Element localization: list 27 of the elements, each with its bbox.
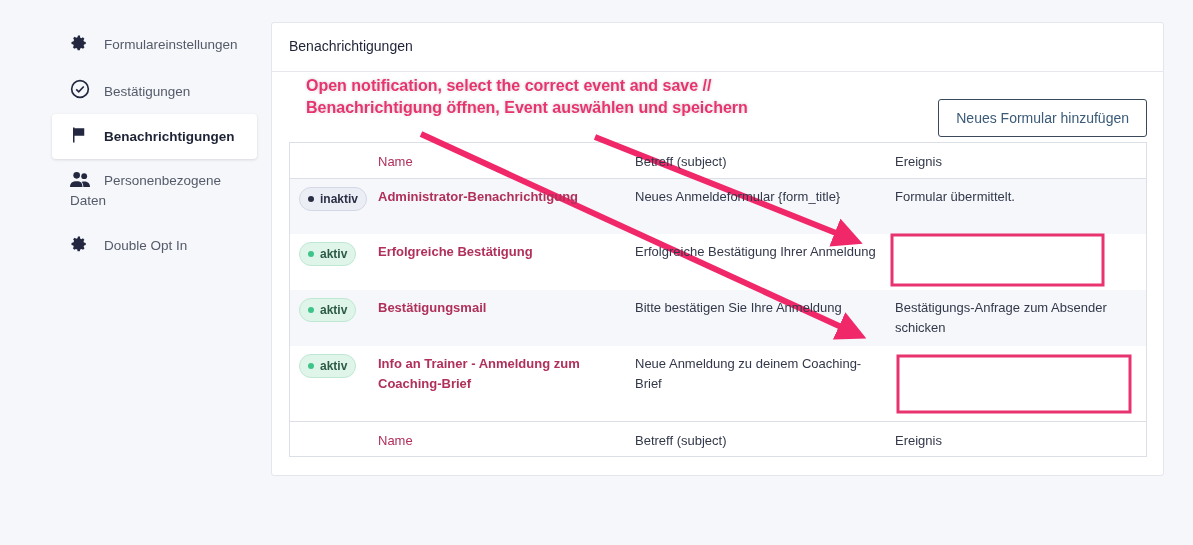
panel-title: Benachrichtigungen (289, 38, 413, 54)
sidebar-item[interactable]: Double Opt In (52, 223, 257, 268)
column-header: Betreff (subject) (635, 432, 727, 450)
sidebar-item[interactable]: Formulareinstellungen (52, 22, 257, 67)
notification-name-link[interactable]: Erfolgreiche Bestätigung (378, 242, 545, 262)
column-header: Ereignis (895, 153, 942, 171)
check-circle-icon (70, 79, 90, 99)
gear-icon (70, 235, 88, 253)
gear-icon (70, 34, 88, 52)
table-cell-text: Neue Anmeldung zu deinem Coaching-Brief (635, 355, 863, 393)
column-header[interactable]: Name (378, 152, 635, 178)
users-icon (70, 171, 90, 188)
status-badge: aktiv (299, 354, 357, 378)
status-badge: inaktiv (299, 187, 367, 211)
sidebar-item[interactable]: Benachrichtigungen (52, 114, 257, 159)
column-header: Ereignis (895, 432, 942, 450)
sidebar-item[interactable]: Personenbezogene Daten (52, 159, 257, 223)
status-badge: aktiv (299, 298, 357, 322)
column-header[interactable]: Name (378, 431, 635, 456)
notification-name-link[interactable]: Bestätigungsmail (378, 298, 499, 318)
status-badge: aktiv (299, 242, 357, 266)
add-form-button[interactable]: Neues Formular hinzufügen (938, 99, 1147, 137)
annotation-text: Open notification, select the correct event and save // Benachrichtigung öffnen, Event auswählen und speichern (306, 76, 748, 118)
notification-name-link[interactable]: Info an Trainer - Anmeldung zum Coaching-Brief (378, 354, 635, 394)
sidebar-item[interactable]: Bestätigungen (52, 67, 257, 114)
table-cell-text: Formular übermittelt. (895, 188, 1016, 206)
table-cell-text: Bestätigungs-Anfrage zum Absender schicken (895, 299, 1108, 337)
